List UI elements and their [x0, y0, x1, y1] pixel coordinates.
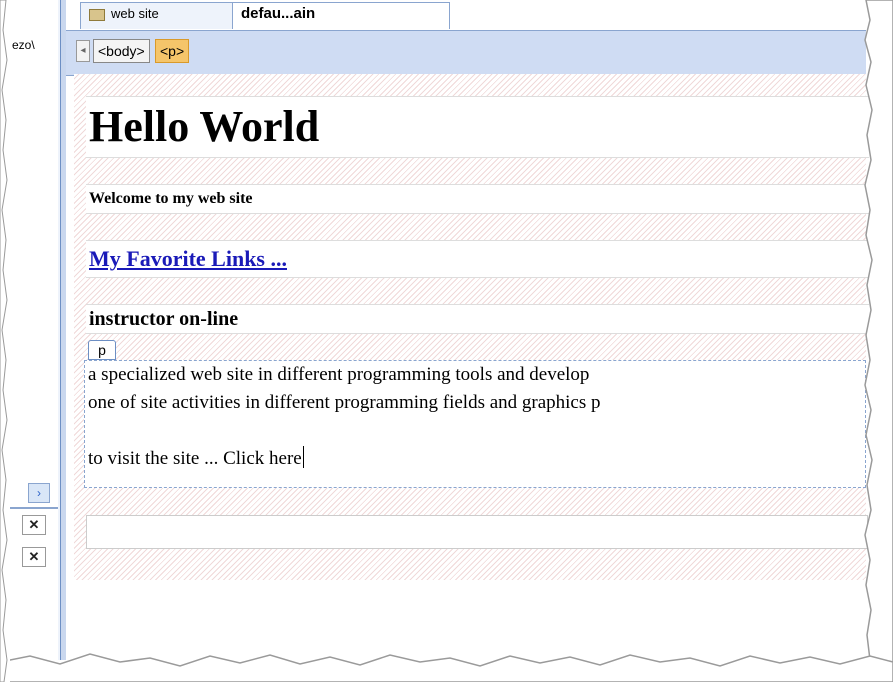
close-panel-button[interactable]: ✕ [22, 515, 46, 535]
paragraph-line-4: to visit the site ... Click here [88, 445, 865, 473]
paragraph-line-2: one of site activities in different prog… [88, 392, 601, 413]
tag-p-selected[interactable]: <p> [155, 39, 190, 63]
torn-edge-left [0, 0, 10, 682]
document-tab-bar: web site defau...ain [66, 0, 866, 30]
paragraph-block[interactable]: a specialized web site in different prog… [84, 360, 866, 488]
page-heading[interactable]: Hello World [86, 96, 869, 158]
left-panel-label: ezo\ [12, 38, 35, 52]
tab-web-site-label: web site [111, 6, 159, 21]
empty-paragraph-block[interactable] [86, 515, 868, 549]
quick-tag-selector: ◂ <body> <p> [66, 30, 866, 76]
paragraph-line-1: a specialized web site in different prog… [88, 364, 590, 385]
screenshot-frame: ezo\ › ✕ ✕ web site defau...ain ◂ <body>… [0, 0, 893, 682]
tag-body[interactable]: <body> [93, 39, 150, 63]
instructor-heading[interactable]: instructor on-line [86, 304, 869, 334]
tab-default-page[interactable]: defau...ain [232, 2, 450, 29]
close-panel-button-2[interactable]: ✕ [22, 547, 46, 567]
panel-divider [10, 507, 58, 509]
torn-edge-bottom [0, 653, 893, 682]
tag-scroll-left-button[interactable]: ◂ [76, 40, 90, 62]
tab-web-site[interactable]: web site [80, 2, 238, 29]
text-cursor [302, 446, 304, 468]
editor-area: web site defau...ain ◂ <body> <p> Hello … [66, 0, 869, 660]
visit-site-text: to visit the site ... Click here [88, 448, 302, 469]
welcome-text[interactable]: Welcome to my web site [86, 184, 869, 214]
paragraph-tag-badge[interactable]: p [88, 340, 116, 360]
folder-icon [89, 8, 105, 21]
torn-edge-right [864, 0, 893, 682]
favorite-links-block: My Favorite Links ... [86, 240, 869, 278]
expand-panel-button[interactable]: › [28, 483, 50, 503]
favorite-links-link[interactable]: My Favorite Links ... [89, 246, 287, 271]
tab-default-page-label: defau...ain [241, 5, 316, 22]
paragraph-line-3 [88, 417, 865, 445]
